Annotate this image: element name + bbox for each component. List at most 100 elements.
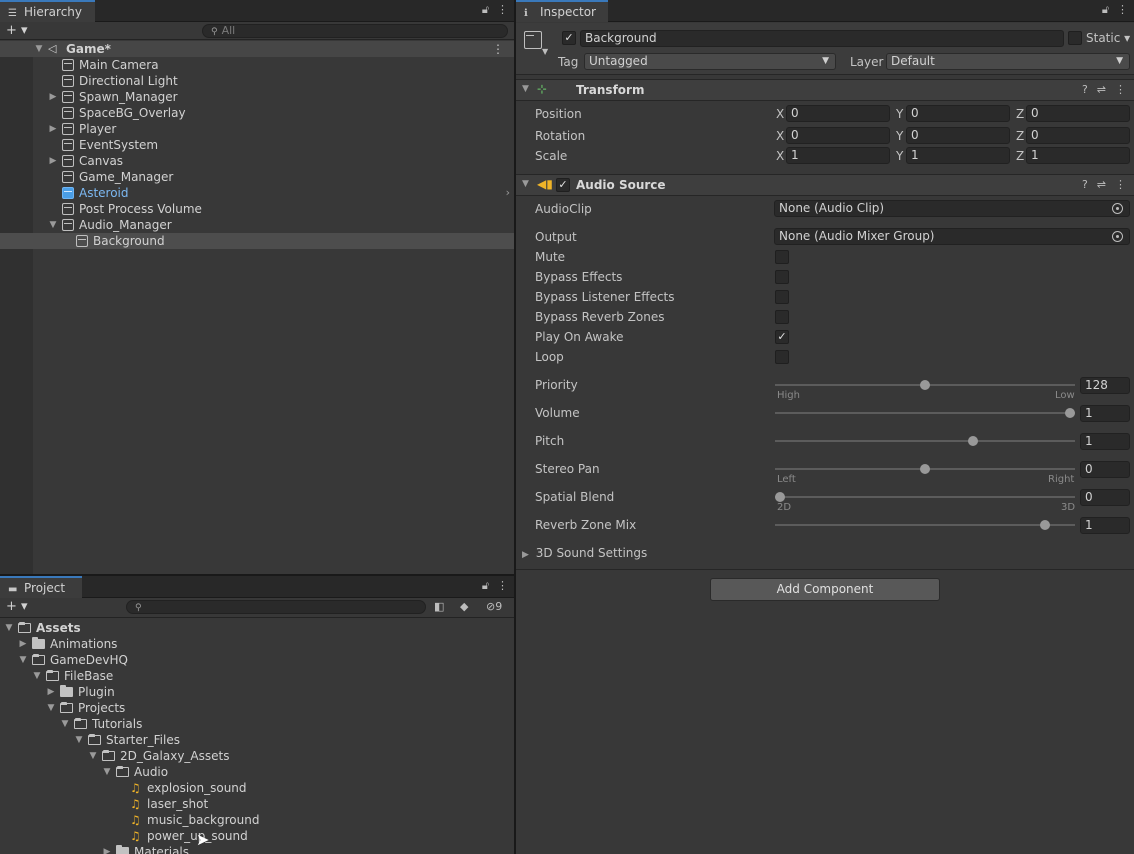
position-y-field[interactable]: 0 [906,105,1010,122]
fold-arrow-icon[interactable]: ▼ [48,217,58,233]
stereo-pan-field[interactable]: 0 [1080,461,1130,478]
fold-arrow-icon[interactable]: ▼ [4,620,14,636]
hierarchy-search-input[interactable]: ⚲ All [202,24,508,38]
bypass-listener-checkbox[interactable] [775,290,789,304]
active-checkbox[interactable]: ✓ [562,31,576,45]
hierarchy-item[interactable]: ▼ Audio_Manager [0,217,514,233]
audio-source-header[interactable]: ▼ ◀▮ ✓ Audio Source ? ⇌ ⋮ [516,174,1134,196]
audioclip-field[interactable]: None (Audio Clip) [774,200,1130,217]
fold-arrow-icon[interactable]: ▼ [88,748,98,764]
fold-arrow-icon[interactable]: ▼ [32,668,42,684]
output-field[interactable]: None (Audio Mixer Group) [774,228,1130,245]
project-item[interactable]: ▼ GameDevHQ [0,652,514,668]
hierarchy-item[interactable]: ▶ Canvas [0,153,514,169]
pitch-slider-thumb[interactable] [968,436,978,446]
spatial-blend-slider-track[interactable] [775,496,1075,498]
scene-row[interactable]: ▼ ◁ Game* ⋮ [0,41,514,57]
project-item[interactable]: ▶ Materials [0,844,514,854]
fold-arrow-icon[interactable]: ▼ [34,41,44,57]
bypass-effects-checkbox[interactable] [775,270,789,284]
static-checkbox[interactable] [1068,31,1082,45]
project-item[interactable]: ▶ Plugin [0,684,514,700]
position-x-field[interactable]: 0 [786,105,890,122]
fold-arrow-icon[interactable]: ▼ [18,652,28,668]
volume-slider-thumb[interactable] [1065,408,1075,418]
layer-dropdown[interactable]: Default ▼ [886,53,1130,70]
hidden-packages-icon[interactable]: ⊘9 [486,600,502,613]
kebab-menu-icon[interactable]: ⋮ [1117,3,1128,16]
hierarchy-item[interactable]: ▶ Spawn_Manager [0,89,514,105]
scale-x-field[interactable]: 1 [786,147,890,164]
project-item[interactable]: ▼ Audio [0,764,514,780]
create-dropdown-button[interactable]: + ▾ [6,22,28,39]
search-by-label-icon[interactable]: ◆ [460,600,468,613]
object-name-input[interactable]: Background [580,30,1064,47]
hierarchy-item[interactable]: Main Camera [0,57,514,73]
transform-header[interactable]: ▼ ⊹ Transform ? ⇌ ⋮ [516,79,1134,101]
presets-icon[interactable]: ⇌ [1097,178,1106,191]
fold-arrow-icon[interactable]: ▶ [48,153,58,169]
stereo-pan-slider-thumb[interactable] [920,464,930,474]
scale-z-field[interactable]: 1 [1026,147,1130,164]
volume-field[interactable]: 1 [1080,405,1130,422]
project-item[interactable]: ♫ laser_shot [0,796,514,812]
rotation-z-field[interactable]: 0 [1026,127,1130,144]
lock-icon[interactable]: 🔓︎ [1102,3,1109,16]
reverb-zone-mix-field[interactable]: 1 [1080,517,1130,534]
kebab-menu-icon[interactable]: ⋮ [497,579,508,592]
priority-slider-thumb[interactable] [920,380,930,390]
chevron-right-icon[interactable]: › [506,185,510,201]
sound-settings-foldout[interactable]: ▶ 3D Sound Settings [522,546,647,560]
help-icon[interactable]: ? [1082,178,1088,191]
project-item[interactable]: ▼ Assets [0,620,514,636]
fold-arrow-icon[interactable]: ▼ [522,179,529,189]
hierarchy-item[interactable]: ▶ Player [0,121,514,137]
loop-checkbox[interactable] [775,350,789,364]
chevron-down-icon[interactable]: ▼ [542,47,548,56]
lock-icon[interactable]: 🔓︎ [482,579,489,592]
object-picker-icon[interactable] [1112,231,1123,242]
kebab-menu-icon[interactable]: ⋮ [497,3,508,16]
create-dropdown-button[interactable]: + ▾ [6,598,28,615]
fold-arrow-icon[interactable]: ▶ [46,684,56,700]
lock-icon[interactable]: 🔓︎ [482,3,489,16]
project-item[interactable]: ♫ explosion_sound [0,780,514,796]
reverb-zone-mix-slider-track[interactable] [775,524,1075,526]
project-item[interactable]: ♫ power_up_sound [0,828,514,844]
add-component-button[interactable]: Add Component [710,578,940,601]
static-label[interactable]: Static ▾ [1086,31,1130,45]
tab-inspector[interactable]: ℹ Inspector [516,0,608,22]
hierarchy-item[interactable]: EventSystem [0,137,514,153]
hierarchy-item[interactable]: Post Process Volume [0,201,514,217]
fold-arrow-icon[interactable]: ▶ [48,89,58,105]
help-icon[interactable]: ? [1082,83,1088,96]
project-item[interactable]: ♫ music_background [0,812,514,828]
fold-arrow-icon[interactable]: ▼ [46,700,56,716]
project-item[interactable]: ▼ Tutorials [0,716,514,732]
position-z-field[interactable]: 0 [1026,105,1130,122]
tag-dropdown[interactable]: Untagged ▼ [584,53,836,70]
hierarchy-item[interactable]: Directional Light [0,73,514,89]
project-search-input[interactable]: ⚲ [126,600,426,614]
fold-arrow-icon[interactable]: ▶ [48,121,58,137]
reverb-zone-mix-slider-thumb[interactable] [1040,520,1050,530]
hierarchy-item[interactable]: SpaceBG_Overlay [0,105,514,121]
play-on-awake-checkbox[interactable]: ✓ [775,330,789,344]
search-by-type-icon[interactable]: ◧ [434,600,444,613]
fold-arrow-icon[interactable]: ▼ [74,732,84,748]
hierarchy-item-selected[interactable]: Background [0,233,514,249]
hierarchy-item-prefab[interactable]: Asteroid › [0,185,514,201]
spatial-blend-slider-thumb[interactable] [775,492,785,502]
fold-arrow-icon[interactable]: ▶ [18,636,28,652]
rotation-y-field[interactable]: 0 [906,127,1010,144]
tab-hierarchy[interactable]: ☰ Hierarchy [0,0,95,22]
hierarchy-item[interactable]: Game_Manager [0,169,514,185]
spatial-blend-field[interactable]: 0 [1080,489,1130,506]
volume-slider-track[interactable] [775,412,1075,414]
project-item[interactable]: ▼ Starter_Files [0,732,514,748]
fold-arrow-icon[interactable]: ▼ [522,84,529,94]
object-picker-icon[interactable] [1112,203,1123,214]
fold-arrow-icon[interactable]: ▶ [102,844,112,854]
rotation-x-field[interactable]: 0 [786,127,890,144]
project-item[interactable]: ▼ FileBase [0,668,514,684]
